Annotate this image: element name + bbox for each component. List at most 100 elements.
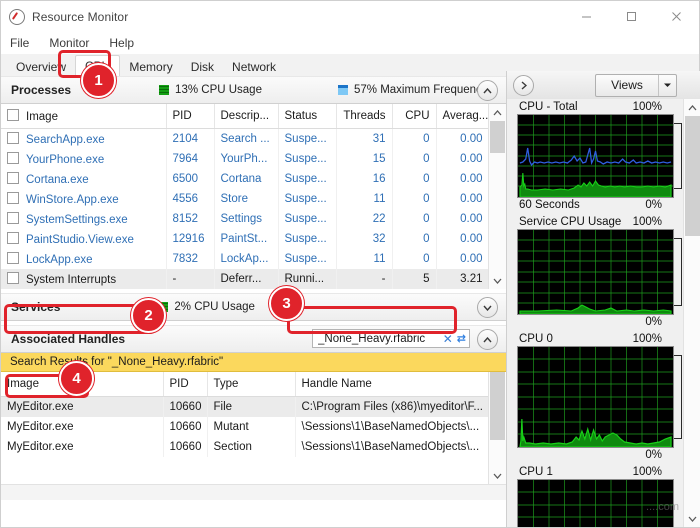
select-all-checkbox[interactable] — [7, 109, 19, 121]
close-button[interactable] — [654, 1, 699, 32]
handles-scroll-down-icon[interactable] — [489, 467, 506, 484]
row-checkbox[interactable] — [7, 172, 19, 184]
left-column: Processes 13% CPU Usage 57% Maximum Freq… — [1, 76, 506, 527]
table-row[interactable]: LockApp.exe 7832 LockAp... Suspe... 11 0 0.00 — [1, 249, 489, 269]
col-average[interactable]: Averag... — [436, 104, 489, 129]
services-section-header[interactable]: Services 2% CPU Usage — [1, 293, 506, 321]
processes-scrollbar[interactable] — [488, 104, 506, 289]
col-threads[interactable]: Threads — [336, 104, 393, 129]
col-cpu[interactable]: CPU — [392, 104, 437, 129]
table-row[interactable]: YourPhone.exe 7964 YourPh... Suspe... 15 0 0.0… — [1, 149, 489, 169]
table-row[interactable]: MyEditor.exe 10660 File C:\Program Files (x… — [1, 396, 489, 417]
processes-table-viewport: Image PID Descrip... Status Threads CPU … — [1, 104, 489, 289]
cell-text: SearchApp.exe — [26, 134, 105, 146]
menu-item-help[interactable]: Help — [109, 36, 134, 50]
col-handle-name[interactable]: Handle Name — [295, 372, 489, 397]
col-handle-pid[interactable]: PID — [163, 372, 208, 397]
col-image[interactable]: Image — [1, 104, 167, 129]
refresh-icon[interactable]: ⇄ — [457, 332, 466, 345]
services-title: Services — [11, 300, 61, 314]
graph-cpu0-min: 0% — [645, 449, 662, 461]
cell-cpu: 5 — [392, 269, 437, 289]
graph-cpu1-header: CPU 1 100% — [517, 464, 674, 479]
table-row[interactable]: Cortana.exe 6500 Cortana Suspe... 16 0 0.00 — [1, 169, 489, 189]
cell-status: Suspe... — [278, 189, 337, 209]
graph-pane-scrollbar[interactable] — [683, 99, 700, 527]
tab-overview[interactable]: Overview — [7, 57, 75, 77]
tab-network[interactable]: Network — [223, 57, 285, 77]
scroll-down-icon[interactable] — [489, 272, 506, 289]
col-status[interactable]: Status — [278, 104, 337, 129]
table-row[interactable]: System Interrupts - Deferr... Runni... -5 3.2… — [1, 269, 489, 289]
menu-item-file[interactable]: File — [10, 36, 29, 50]
cell-threads: 11 — [336, 249, 393, 269]
cell-cpu: 0 — [392, 249, 437, 269]
graph-cpu1-max: 100% — [632, 466, 662, 478]
graph-cpu0-max: 100% — [632, 333, 662, 345]
table-row[interactable]: PaintStudio.View.exe 12916 PaintSt... Suspe… — [1, 229, 489, 249]
cell-average: 0.00 — [436, 189, 489, 209]
row-checkbox[interactable] — [7, 132, 19, 144]
minimize-button[interactable] — [564, 1, 609, 32]
handle-search-input[interactable] — [318, 332, 439, 345]
tab-memory[interactable]: Memory — [120, 57, 181, 77]
handle-search-box[interactable]: ✕ ⇄ — [312, 329, 470, 348]
cell-threads: 22 — [336, 209, 393, 229]
processes-collapse-icon[interactable] — [477, 80, 498, 101]
chevron-right-icon[interactable] — [513, 74, 534, 96]
table-row[interactable]: MyEditor.exe 10660 Mutant \Sessions\1\BaseN… — [1, 417, 489, 437]
handles-collapse-icon[interactable] — [477, 329, 498, 350]
graph-cpu-total-max: 100% — [632, 101, 662, 113]
table-row[interactable]: SearchApp.exe 2104 Search ... Suspe... 31 0 0.… — [1, 128, 489, 149]
clear-x-icon[interactable]: ✕ — [439, 332, 457, 346]
row-checkbox[interactable] — [7, 252, 19, 264]
row-checkbox[interactable] — [7, 152, 19, 164]
handles-section-header[interactable]: Associated Handles ✕ ⇄ — [1, 325, 506, 353]
processes-scroll-thumb[interactable] — [490, 121, 505, 153]
maximize-button[interactable] — [609, 1, 654, 32]
cell-image: SearchApp.exe — [1, 128, 167, 149]
cell-image: SystemSettings.exe — [1, 209, 167, 229]
row-checkbox[interactable] — [7, 272, 19, 284]
row-checkbox[interactable] — [7, 212, 19, 224]
graph-cpu0-header: CPU 0 100% — [517, 331, 674, 346]
handles-scrollbar[interactable] — [488, 372, 506, 484]
graph-service-cpu-footer: 0% — [517, 315, 674, 331]
tab-disk[interactable]: Disk — [182, 57, 223, 77]
graph-cpu0-bracket — [674, 355, 682, 439]
handles-horizontal-scrollbar[interactable] — [1, 484, 506, 500]
col-pid[interactable]: PID — [166, 104, 215, 129]
scroll-up-icon[interactable] — [489, 104, 506, 121]
cell-cpu: 0 — [392, 149, 437, 169]
chevron-down-icon[interactable] — [658, 74, 676, 96]
resource-monitor-icon — [9, 8, 25, 25]
graph-pane: Views CPU - Total 100% 60 Seconds 0% Ser… — [506, 71, 700, 527]
annotation-badge-2: 2 — [131, 298, 166, 333]
table-row[interactable]: MyEditor.exe 10660 Section \Sessions\1\Base… — [1, 437, 489, 457]
processes-max-frequency: 57% Maximum Frequency — [337, 84, 488, 96]
cell-threads: 31 — [336, 128, 393, 149]
graph-service-cpu-bracket — [674, 238, 682, 306]
annotation-badge-3: 3 — [269, 286, 304, 321]
table-row[interactable]: WinStore.App.exe 4556 Store Suspe... 11 0 0.00 — [1, 189, 489, 209]
menu-item-monitor[interactable]: Monitor — [49, 36, 89, 50]
row-checkbox[interactable] — [7, 232, 19, 244]
graph-scroll-down-icon[interactable] — [684, 510, 700, 527]
views-button[interactable]: Views — [595, 73, 677, 97]
table-row[interactable]: SystemSettings.exe 8152 Settings Suspe... 22… — [1, 209, 489, 229]
handles-scroll-thumb[interactable] — [490, 372, 505, 440]
cell-handle-type: File — [207, 396, 296, 417]
processes-cpu-usage: 13% CPU Usage — [159, 84, 262, 96]
cell-average: 0.00 — [436, 249, 489, 269]
processes-section-header[interactable]: Processes 13% CPU Usage 57% Maximum Freq… — [1, 76, 506, 104]
graph-scroll-thumb[interactable] — [685, 116, 700, 236]
views-label: Views — [611, 78, 643, 92]
cell-handle-type: Mutant — [207, 417, 296, 437]
graph-scroll-up-icon[interactable] — [684, 99, 700, 116]
watermark: ....com — [645, 501, 679, 513]
row-checkbox[interactable] — [7, 192, 19, 204]
services-collapse-icon[interactable] — [477, 297, 498, 318]
cell-threads: 32 — [336, 229, 393, 249]
col-handle-type[interactable]: Type — [207, 372, 296, 397]
col-description[interactable]: Descrip... — [214, 104, 279, 129]
